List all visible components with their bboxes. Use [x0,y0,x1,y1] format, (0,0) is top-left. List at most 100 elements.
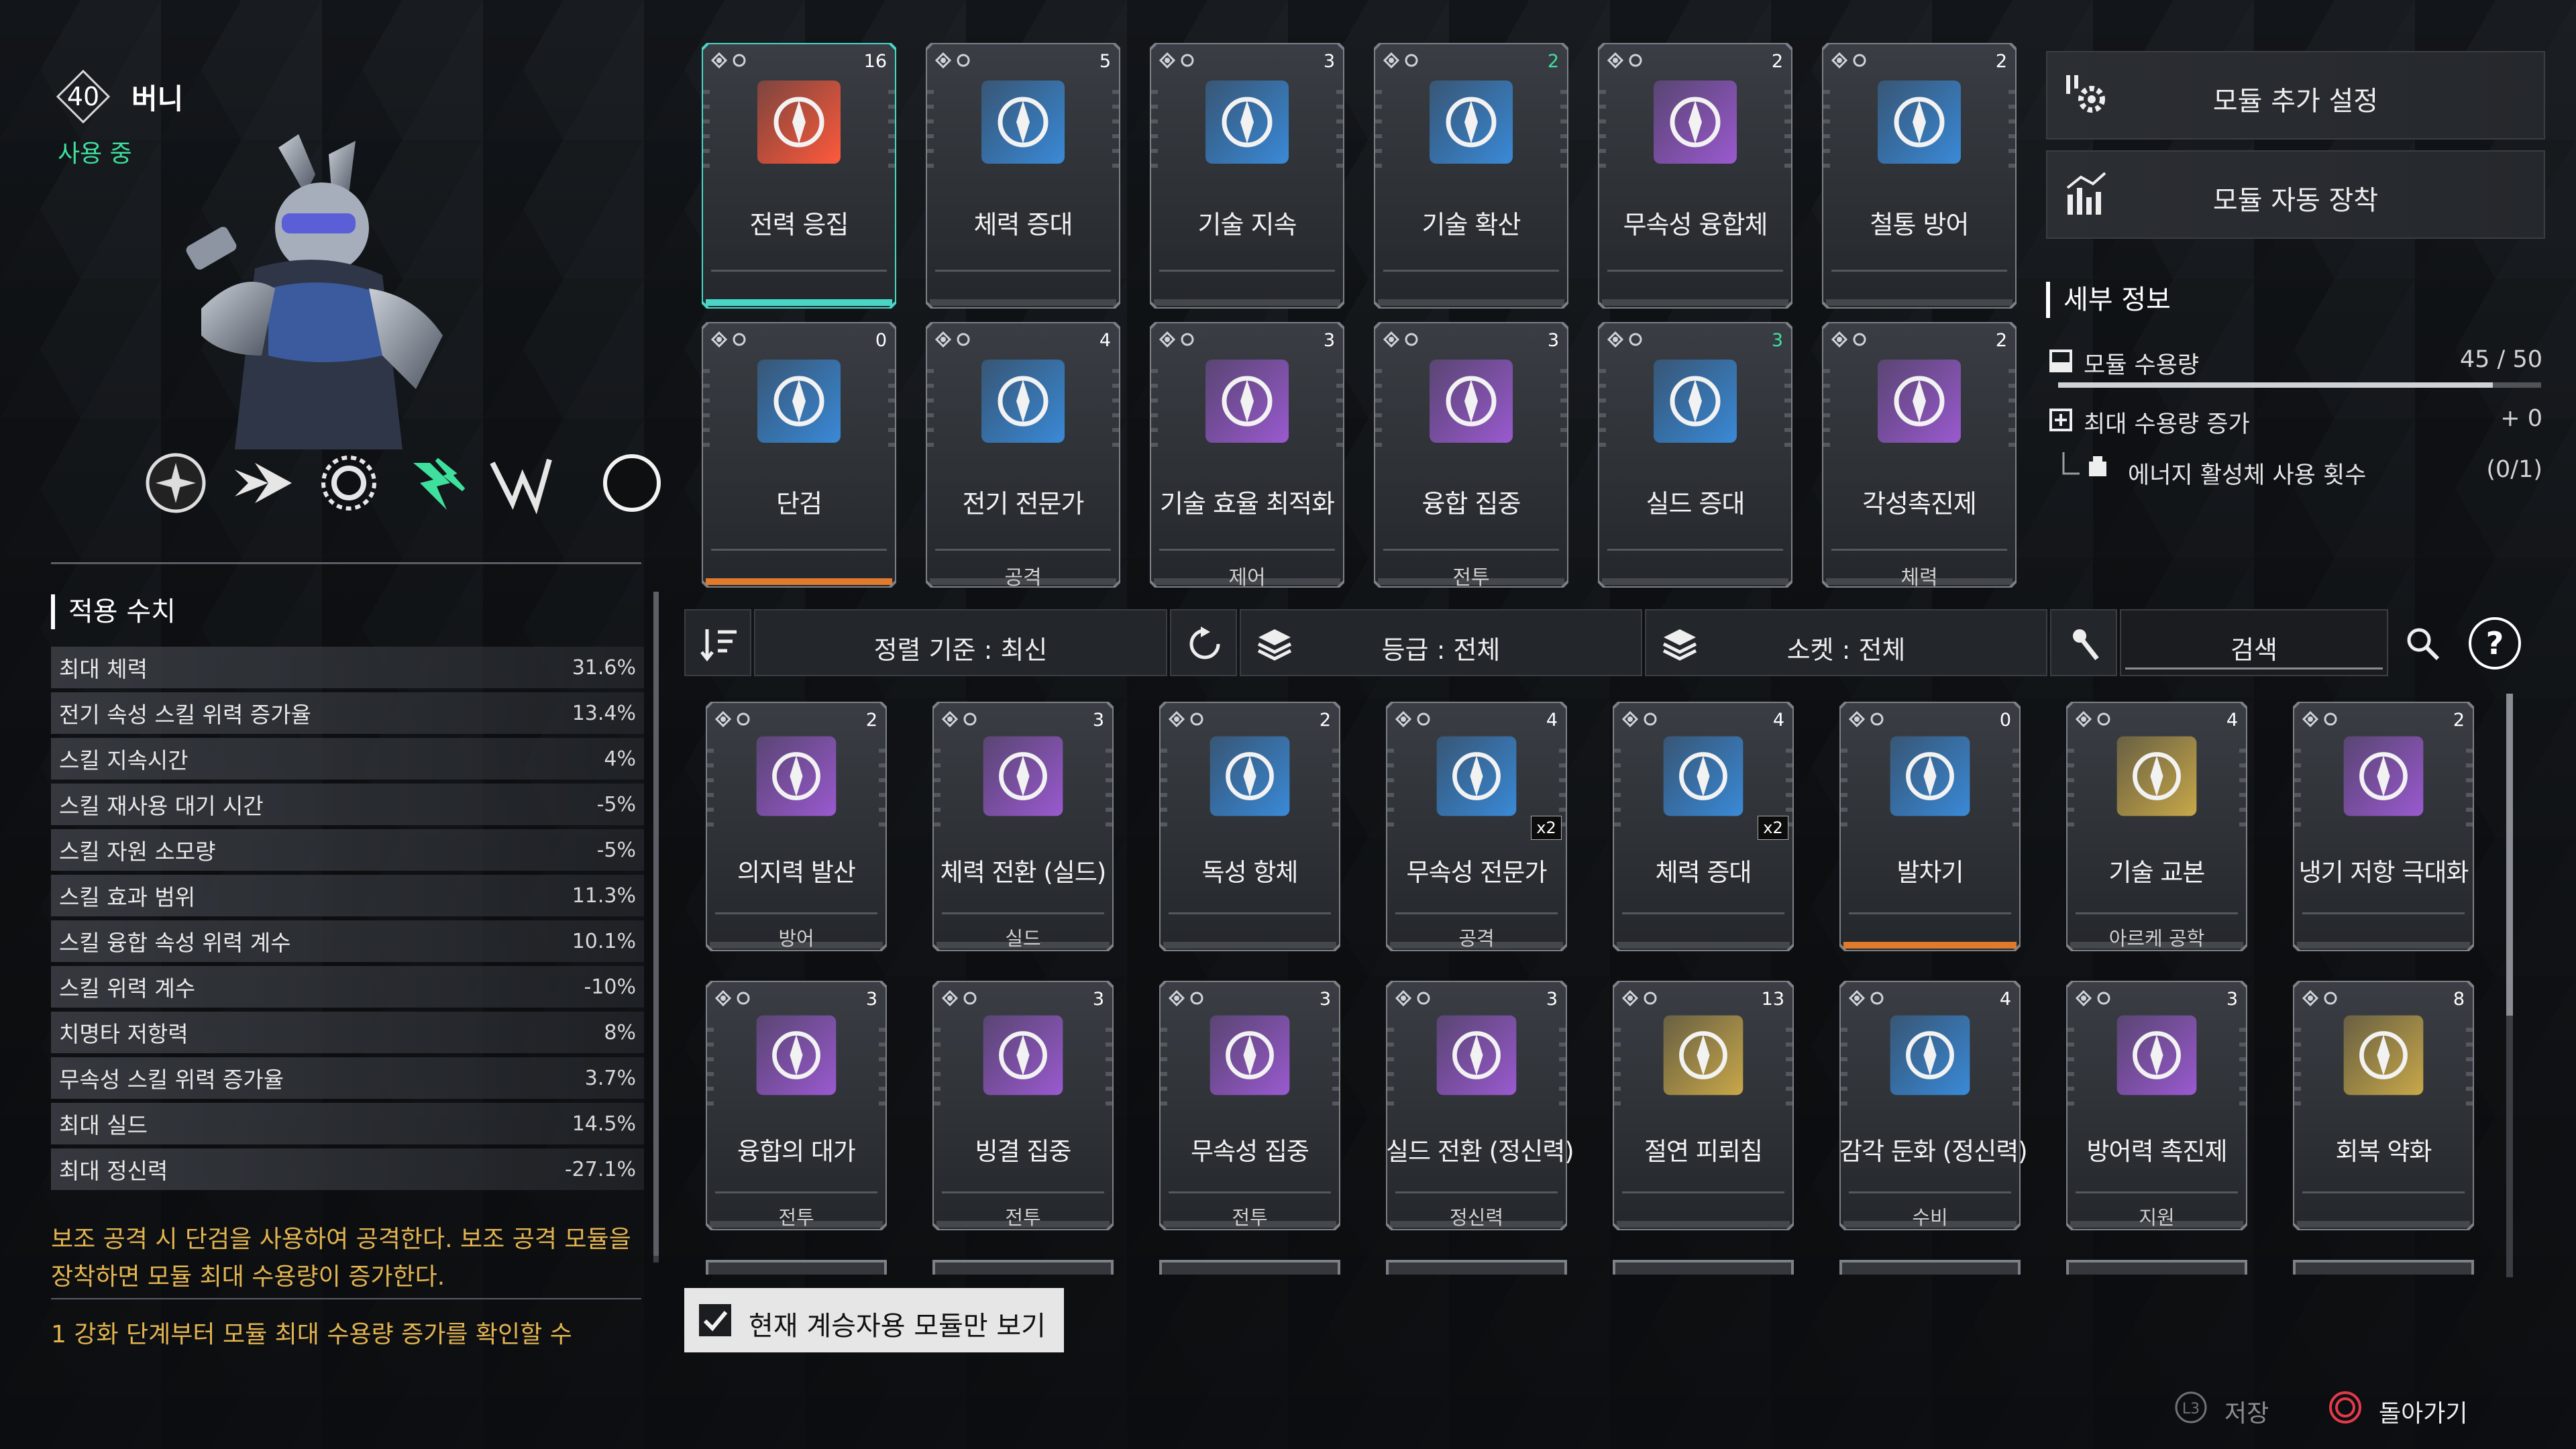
module-card[interactable]: 3 실드 증대 [1598,322,1792,588]
module-category: 제어 [1228,566,1266,590]
reset-filter-button[interactable] [1170,609,1237,676]
module-cost: 2 [1771,51,1783,72]
search-button[interactable] [2388,609,2455,676]
tuning-button[interactable] [2050,609,2117,676]
module-category: 아르케 공학 [2108,927,2205,950]
module-name: 무속성 집중 [1191,1137,1309,1166]
module-emblem-icon [1663,1015,1743,1095]
stat-label: 스킬 융합 속성 위력 계수 [59,930,291,956]
dash-arrow-icon[interactable] [228,449,295,517]
module-card[interactable]: 2 냉기 저항 극대화 [2293,702,2474,951]
module-card-partial[interactable] [2293,1260,2474,1275]
owner-only-filter-checkbox[interactable]: 현재 계승자용 모듈만 보기 [684,1288,1064,1352]
module-emblem-icon [1878,360,1961,443]
module-card[interactable]: 3 기술 효율 최적화 제어 [1150,322,1344,590]
stat-row: 스킬 위력 계수 -10% [51,966,644,1008]
module-cost: 3 [1319,989,1331,1010]
module-card[interactable]: 0 발차기 [1839,702,2021,951]
stat-row: 치명타 저항력 8% [51,1012,644,1053]
stat-value: 14.5% [572,1112,636,1136]
module-name: 철통 방어 [1870,210,1970,239]
sort-dropdown[interactable]: 정렬 기준 : 최신 [754,609,1167,676]
module-card[interactable]: 3 방어력 촉진제 지원 [2066,981,2247,1230]
module-card-partial[interactable] [1839,1260,2021,1275]
module-card-partial[interactable] [932,1260,1114,1275]
module-card[interactable]: 16 전력 응집 [702,43,896,309]
module-card[interactable]: 4 전기 전문가 공격 [926,322,1120,590]
module-card[interactable]: 2 독성 항체 [1159,702,1340,951]
module-card[interactable]: 5 체력 증대 [926,43,1120,309]
module-card[interactable]: 4 기술 교본 아르케 공학 [2066,702,2247,951]
module-card[interactable]: 3 융합의 대가 전투 [706,981,887,1230]
auto-equip-button[interactable]: 모듈 자동 장착 [2046,150,2545,239]
module-card[interactable]: 2 철통 방어 [1822,43,2017,309]
sun-gear-icon[interactable] [315,449,382,517]
module-description: 보조 공격 시 단검을 사용하여 공격한다. 보조 공격 모듈을 장착하면 모듈… [51,1221,655,1296]
module-name: 냉기 저항 극대화 [2298,858,2469,887]
module-card-partial[interactable] [706,1260,887,1275]
module-card[interactable]: 3 무속성 집중전투 [1159,981,1340,1230]
module-emblem-icon [2116,736,2197,816]
module-card[interactable]: 0 단검 [702,322,896,588]
module-emblem-icon [1436,736,1517,816]
module-card-partial[interactable] [1159,1260,1340,1275]
stats-scrollbar[interactable] [653,592,659,1263]
module-card-partial[interactable] [1386,1260,1567,1275]
divider [51,562,641,564]
module-card-partial[interactable] [2066,1260,2247,1275]
module-name: 절연 피뢰침 [1644,1137,1763,1166]
module-cost: 3 [1323,330,1335,351]
module-cost: 3 [2226,989,2238,1010]
module-card[interactable]: 4 체력 증대 x2 [1613,702,1794,951]
module-cost: 0 [875,330,887,351]
module-card[interactable]: 3 실드 전환 (정신력) 정신력 [1386,981,1574,1230]
character-status: 사용 중 [58,140,132,168]
help-button[interactable]: ? [2469,617,2521,669]
module-card[interactable]: 3 체력 전환 (실드) 실드 [932,702,1114,951]
stat-value: -5% [596,792,636,816]
double-lightning-icon[interactable] [486,449,553,517]
module-card[interactable]: 3 빙결 집중 전투 [932,981,1114,1230]
back-label: 돌아가기 [2379,1400,2468,1428]
module-card[interactable]: 8 회복 약화 [2293,981,2474,1230]
circle-compass-icon[interactable] [142,449,209,517]
search-placeholder: 검색 [2231,635,2277,665]
module-card[interactable]: 2 각성촉진제 체력 [1822,322,2017,590]
module-category: 방어 [778,927,814,950]
module-card[interactable]: 2 기술 확산 [1374,43,1568,309]
wrench-icon [2073,629,2099,661]
stats-table: 최대 체력 31.6% 전기 속성 스킬 위력 증가율 13.4% 스킬 지속시간 4% 스… [51,647,644,1194]
character-name: 버니 [131,83,184,115]
module-card[interactable]: 13 절연 피뢰침 [1613,981,1794,1230]
module-name: 실드 증대 [1646,489,1746,519]
module-card[interactable]: 4 무속성 전문가 공격 x2 [1386,702,1567,951]
grade-dropdown[interactable]: 등급 : 전체 [1240,609,1642,676]
lightning-active-icon[interactable] [400,449,467,517]
inventory-scrollbar[interactable] [2506,694,2513,1277]
module-card[interactable]: 3 융합 집중 전투 [1374,322,1568,590]
module-settings-button[interactable]: 모듈 추가 설정 [2046,51,2545,140]
ring-slot-icon[interactable] [598,449,665,517]
socket-type-icon [1169,711,1203,728]
module-name: 실드 전환 (정신력) [1386,1137,1574,1166]
sort-icon [700,629,737,661]
module-card[interactable]: 2 의지력 발산 방어 [706,702,887,951]
module-card-partial[interactable] [1613,1260,1794,1275]
energy-activator-value: (0/1) [2486,456,2542,483]
sort-order-button[interactable] [684,609,751,676]
module-name: 체력 증대 [973,210,1073,239]
module-category: 전투 [1232,1206,1268,1229]
module-cost: 4 [1099,330,1111,351]
stat-value: 13.4% [572,701,636,725]
module-card[interactable]: 4 감각 둔화 (정신력) 수비 [1839,981,2028,1230]
search-input[interactable]: 검색 [2120,609,2388,676]
stat-row: 스킬 재사용 대기 시간 -5% [51,784,644,825]
grade-label: 등급 : 전체 [1381,635,1501,665]
checkbox-label: 현재 계승자용 모듈만 보기 [749,1311,1046,1342]
stat-label: 최대 정신력 [59,1158,168,1184]
module-card[interactable]: 2 무속성 융합체 [1598,43,1792,309]
stat-value: 3.7% [584,1066,636,1090]
module-card[interactable]: 3 기술 지속 [1150,43,1344,309]
socket-dropdown[interactable]: 소켓 : 전체 [1645,609,2047,676]
socket-type-icon [1159,331,1194,348]
